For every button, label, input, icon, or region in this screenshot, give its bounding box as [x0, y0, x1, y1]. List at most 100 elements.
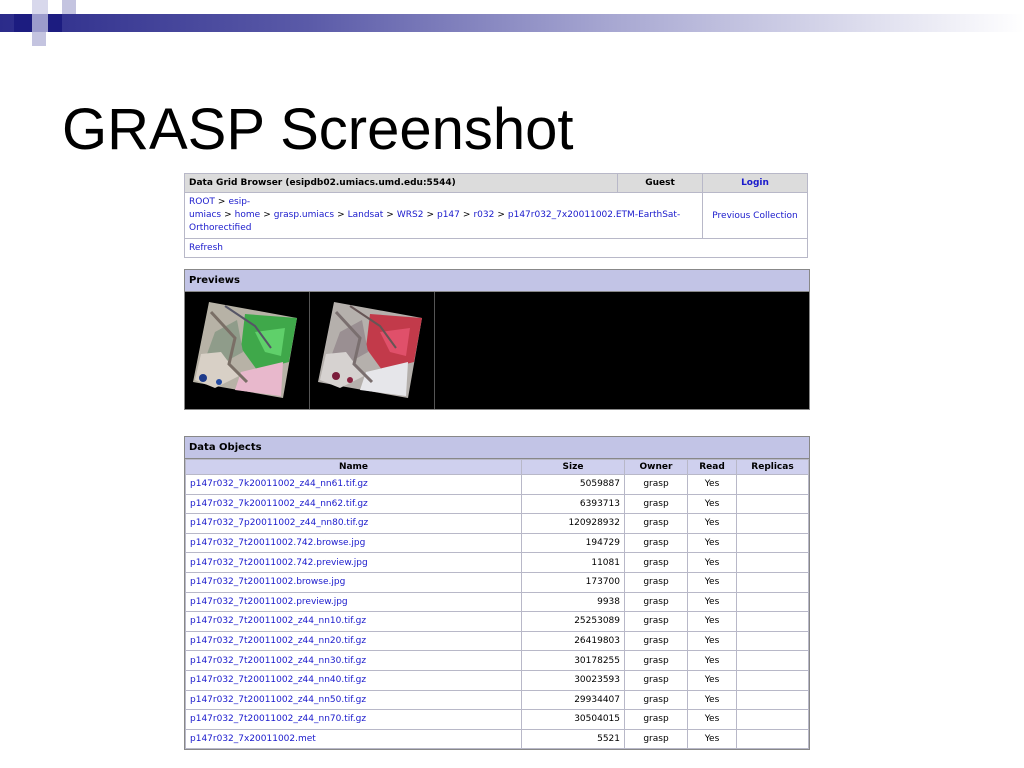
- cell-name: p147r032_7t20011002.browse.jpg: [185, 571, 522, 593]
- cell-size: 29934407: [521, 689, 625, 711]
- cell-name: p147r032_7k20011002_z44_nn61.tif.gz: [185, 474, 522, 495]
- slide-deco-square: [32, 32, 46, 46]
- table-row: p147r032_7t20011002.preview.jpg 9938 grasp…: [185, 591, 809, 613]
- file-name-link[interactable]: p147r032_7p20011002_z44_nn80.tif.gz: [190, 518, 368, 528]
- cell-replicas: [736, 611, 809, 632]
- breadcrumb-link[interactable]: ROOT: [189, 197, 215, 207]
- refresh-link[interactable]: Refresh: [189, 243, 223, 253]
- file-owner: grasp: [643, 577, 669, 588]
- breadcrumb-link[interactable]: r032: [473, 210, 494, 220]
- file-size: 30178255: [574, 655, 620, 666]
- breadcrumb-separator: >: [217, 197, 226, 207]
- preview-742-thumbnail[interactable]: [185, 292, 310, 409]
- file-read: Yes: [704, 636, 720, 647]
- cell-name: p147r032_7x20011002.met: [185, 728, 522, 750]
- cell-read: Yes: [687, 689, 737, 711]
- cell-owner: grasp: [624, 493, 688, 515]
- file-name-link[interactable]: p147r032_7t20011002_z44_nn40.tif.gz: [190, 675, 366, 685]
- file-name-link[interactable]: p147r032_7t20011002.742.browse.jpg: [190, 538, 365, 548]
- cell-replicas: [736, 513, 809, 534]
- file-size: 194729: [585, 538, 620, 549]
- cell-replicas: [736, 669, 809, 691]
- file-size: 173700: [585, 577, 620, 588]
- table-row: p147r032_7k20011002_z44_nn62.tif.gz 63937…: [185, 493, 809, 515]
- breadcrumb-separator: >: [497, 210, 505, 220]
- table-row: p147r032_7x20011002.met 5521 grasp Yes: [185, 728, 809, 750]
- file-size: 30023593: [574, 675, 620, 686]
- cell-read: Yes: [687, 552, 737, 573]
- file-name-link[interactable]: p147r032_7t20011002.preview.jpg: [190, 597, 348, 607]
- table-row: p147r032_7t20011002_z44_nn30.tif.gz 30178…: [185, 650, 809, 671]
- cell-replicas: [736, 630, 809, 652]
- file-read: Yes: [704, 675, 720, 686]
- file-name-link[interactable]: p147r032_7k20011002_z44_nn62.tif.gz: [190, 499, 368, 509]
- slide-header-bar: [0, 14, 1024, 32]
- file-size: 5521: [597, 734, 620, 745]
- browser-header-table: Data Grid Browser (esipdb02.umiacs.umd.e…: [184, 173, 808, 258]
- cell-read: Yes: [687, 611, 737, 632]
- file-name-link[interactable]: p147r032_7t20011002.742.preview.jpg: [190, 558, 368, 568]
- cell-name: p147r032_7t20011002.742.preview.jpg: [185, 552, 522, 573]
- file-name-link[interactable]: p147r032_7t20011002_z44_nn50.tif.gz: [190, 695, 366, 705]
- file-read: Yes: [704, 557, 720, 568]
- preview-thumbnail[interactable]: [310, 292, 435, 409]
- file-read: Yes: [704, 714, 720, 725]
- table-row: p147r032_7t20011002.742.preview.jpg 11081…: [185, 552, 809, 573]
- file-name-link[interactable]: p147r032_7t20011002_z44_nn10.tif.gz: [190, 616, 366, 626]
- breadcrumb-link[interactable]: grasp.umiacs: [274, 210, 334, 220]
- cell-replicas: [736, 591, 809, 613]
- previews-row: [185, 292, 809, 409]
- breadcrumb-link[interactable]: WRS2: [397, 210, 424, 220]
- breadcrumb: ROOT > esip-umiacs > home > grasp.umiacs > Lands…: [184, 192, 703, 239]
- cell-read: Yes: [687, 630, 737, 652]
- cell-owner: grasp: [624, 552, 688, 573]
- cell-read: Yes: [687, 650, 737, 671]
- cell-size: 30504015: [521, 709, 625, 730]
- cell-owner: grasp: [624, 591, 688, 613]
- breadcrumb-link[interactable]: home: [235, 210, 261, 220]
- file-size: 30504015: [574, 714, 620, 725]
- slide-deco-square: [32, 0, 48, 14]
- file-name-link[interactable]: p147r032_7t20011002.browse.jpg: [190, 577, 345, 587]
- column-header-size: Size: [521, 459, 625, 475]
- previews-heading: Previews: [185, 270, 809, 292]
- breadcrumb-link[interactable]: Landsat: [348, 210, 384, 220]
- slide-deco-square: [48, 14, 62, 32]
- cell-read: Yes: [687, 513, 737, 534]
- breadcrumb-link[interactable]: p147: [437, 210, 460, 220]
- file-name-link[interactable]: p147r032_7k20011002_z44_nn61.tif.gz: [190, 479, 368, 489]
- cell-size: 120928932: [521, 513, 625, 534]
- table-row: p147r032_7t20011002_z44_nn50.tif.gz 29934…: [185, 689, 809, 711]
- cell-owner: grasp: [624, 611, 688, 632]
- cell-owner: grasp: [624, 630, 688, 652]
- browser-title: Data Grid Browser (esipdb02.umiacs.umd.e…: [184, 173, 618, 193]
- previous-collection-link[interactable]: Previous Collection: [712, 211, 797, 221]
- cell-read: Yes: [687, 728, 737, 750]
- file-owner: grasp: [643, 616, 669, 627]
- cell-replicas: [736, 650, 809, 671]
- file-name-link[interactable]: p147r032_7t20011002_z44_nn30.tif.gz: [190, 656, 366, 666]
- file-owner: grasp: [643, 538, 669, 549]
- cell-size: 26419803: [521, 630, 625, 652]
- file-read: Yes: [704, 694, 720, 705]
- breadcrumb-separator: >: [337, 210, 345, 220]
- column-header-replicas: Replicas: [736, 459, 809, 475]
- cell-name: p147r032_7t20011002_z44_nn70.tif.gz: [185, 709, 522, 730]
- previews-panel: Previews: [184, 269, 810, 410]
- file-size: 120928932: [568, 518, 620, 529]
- login-link[interactable]: Login: [741, 178, 769, 188]
- file-name-link[interactable]: p147r032_7x20011002.met: [190, 734, 316, 744]
- file-name-link[interactable]: p147r032_7t20011002_z44_nn20.tif.gz: [190, 636, 366, 646]
- file-size: 5059887: [579, 479, 620, 490]
- cell-owner: grasp: [624, 709, 688, 730]
- cell-name: p147r032_7t20011002_z44_nn30.tif.gz: [185, 650, 522, 671]
- file-read: Yes: [704, 655, 720, 666]
- file-owner: grasp: [643, 655, 669, 666]
- file-size: 6393713: [579, 498, 620, 509]
- cell-name: p147r032_7t20011002_z44_nn10.tif.gz: [185, 611, 522, 632]
- cell-size: 9938: [521, 591, 625, 613]
- table-row: p147r032_7t20011002_z44_nn20.tif.gz 26419…: [185, 630, 809, 652]
- file-name-link[interactable]: p147r032_7t20011002_z44_nn70.tif.gz: [190, 714, 366, 724]
- cell-read: Yes: [687, 474, 737, 495]
- data-objects-heading: Data Objects: [185, 437, 809, 459]
